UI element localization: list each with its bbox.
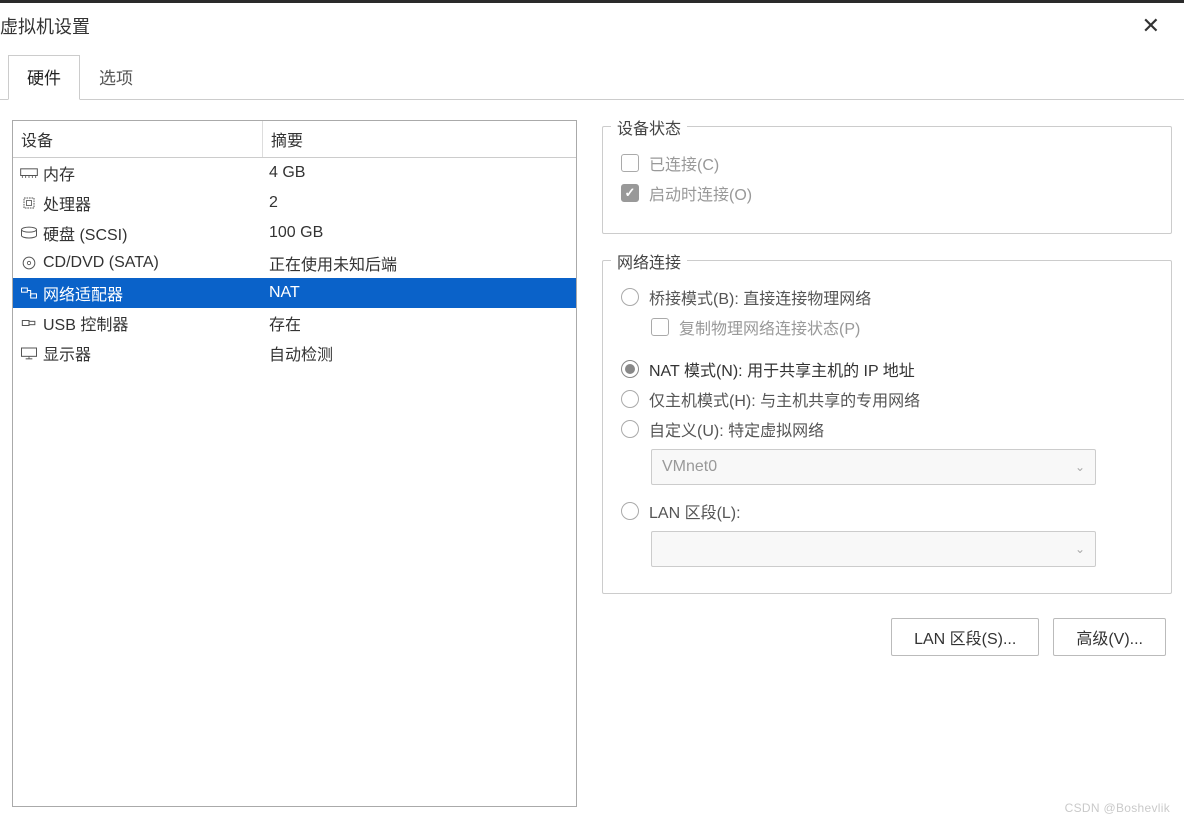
device-name: 内存 — [43, 161, 75, 185]
custom-label: 自定义(U): 特定虚拟网络 — [649, 417, 824, 441]
close-icon[interactable]: ✕ — [1136, 13, 1166, 39]
connect-at-power-checkbox — [621, 184, 639, 202]
device-status-group: 设备状态 已连接(C) 启动时连接(O) — [602, 126, 1172, 234]
bridged-radio-row[interactable]: 桥接模式(B): 直接连接物理网络 — [621, 285, 1153, 309]
device-row-memory[interactable]: 内存 4 GB — [13, 158, 576, 188]
nat-radio-row[interactable]: NAT 模式(N): 用于共享主机的 IP 地址 — [621, 357, 1153, 381]
lan-segment-radio[interactable] — [621, 502, 639, 520]
lan-segments-button[interactable]: LAN 区段(S)... — [891, 618, 1039, 656]
network-connection-group: 网络连接 桥接模式(B): 直接连接物理网络 复制物理网络连接状态(P) NAT… — [602, 260, 1172, 594]
replicate-label: 复制物理网络连接状态(P) — [679, 315, 860, 339]
nat-radio[interactable] — [621, 360, 639, 378]
lan-segment-select: ⌄ — [651, 531, 1096, 567]
bridged-label: 桥接模式(B): 直接连接物理网络 — [649, 285, 871, 309]
device-row-display[interactable]: 显示器 自动检测 — [13, 338, 576, 368]
replicate-checkbox — [651, 318, 669, 336]
device-row-disk[interactable]: 硬盘 (SCSI) 100 GB — [13, 218, 576, 248]
net-icon — [19, 285, 39, 301]
nat-label: NAT 模式(N): 用于共享主机的 IP 地址 — [649, 357, 915, 381]
device-name: 硬盘 (SCSI) — [43, 221, 127, 245]
tab-options[interactable]: 选项 — [80, 55, 152, 100]
chevron-down-icon: ⌄ — [1075, 460, 1085, 474]
connected-checkbox — [621, 154, 639, 172]
bridged-radio[interactable] — [621, 288, 639, 306]
lan-segment-label: LAN 区段(L): — [649, 499, 741, 523]
titlebar: 虚拟机设置 ✕ — [0, 3, 1184, 49]
display-icon — [19, 345, 39, 361]
custom-radio[interactable] — [621, 420, 639, 438]
device-row-cpu[interactable]: 处理器 2 — [13, 188, 576, 218]
window-title: 虚拟机设置 — [0, 13, 90, 39]
device-summary: 2 — [263, 191, 576, 215]
watermark: CSDN @Boshevlik — [1065, 801, 1170, 815]
header-summary: 摘要 — [263, 121, 576, 157]
device-summary: 100 GB — [263, 221, 576, 245]
hostonly-label: 仅主机模式(H): 与主机共享的专用网络 — [649, 387, 920, 411]
header-device: 设备 — [13, 121, 263, 157]
disk-icon — [19, 225, 39, 241]
custom-network-value: VMnet0 — [662, 458, 717, 476]
cpu-icon — [19, 195, 39, 211]
device-summary: 正在使用未知后端 — [263, 248, 576, 278]
lan-segment-radio-row[interactable]: LAN 区段(L): — [621, 499, 1153, 523]
device-name: 显示器 — [43, 341, 91, 365]
device-summary: 4 GB — [263, 161, 576, 185]
device-summary: 自动检测 — [263, 338, 576, 368]
cd-icon — [19, 255, 39, 271]
settings-panel: 设备状态 已连接(C) 启动时连接(O) 网络连接 桥接模式(B): 直接连接物… — [602, 120, 1172, 807]
device-status-title: 设备状态 — [611, 115, 687, 139]
hostonly-radio[interactable] — [621, 390, 639, 408]
device-row-cd[interactable]: CD/DVD (SATA) 正在使用未知后端 — [13, 248, 576, 278]
device-list-panel: 设备 摘要 内存 4 GB 处理器 2 硬盘 (SCSI) 100 GB CD/DVD (S… — [12, 120, 577, 807]
device-name: CD/DVD (SATA) — [43, 254, 159, 272]
usb-icon — [19, 315, 39, 331]
device-row-net[interactable]: 网络适配器 NAT — [13, 278, 576, 308]
custom-radio-row[interactable]: 自定义(U): 特定虚拟网络 — [621, 417, 1153, 441]
replicate-checkbox-row: 复制物理网络连接状态(P) — [651, 315, 1153, 339]
device-summary: NAT — [263, 281, 576, 305]
button-row: LAN 区段(S)... 高级(V)... — [602, 618, 1172, 656]
device-name: USB 控制器 — [43, 311, 128, 335]
tab-bar: 硬件 选项 — [0, 55, 1184, 100]
connect-at-power-label: 启动时连接(O) — [649, 181, 752, 205]
advanced-button[interactable]: 高级(V)... — [1053, 618, 1166, 656]
device-name: 处理器 — [43, 191, 91, 215]
tab-hardware[interactable]: 硬件 — [8, 55, 80, 100]
device-list-header: 设备 摘要 — [13, 121, 576, 158]
device-name: 网络适配器 — [43, 281, 123, 305]
connected-label: 已连接(C) — [649, 151, 719, 175]
device-summary: 存在 — [263, 308, 576, 338]
chevron-down-icon: ⌄ — [1075, 542, 1085, 556]
network-title: 网络连接 — [611, 249, 687, 273]
device-row-usb[interactable]: USB 控制器 存在 — [13, 308, 576, 338]
hostonly-radio-row[interactable]: 仅主机模式(H): 与主机共享的专用网络 — [621, 387, 1153, 411]
connected-checkbox-row: 已连接(C) — [621, 151, 1153, 175]
custom-network-select: VMnet0 ⌄ — [651, 449, 1096, 485]
memory-icon — [19, 165, 39, 181]
connect-at-power-row[interactable]: 启动时连接(O) — [621, 181, 1153, 205]
